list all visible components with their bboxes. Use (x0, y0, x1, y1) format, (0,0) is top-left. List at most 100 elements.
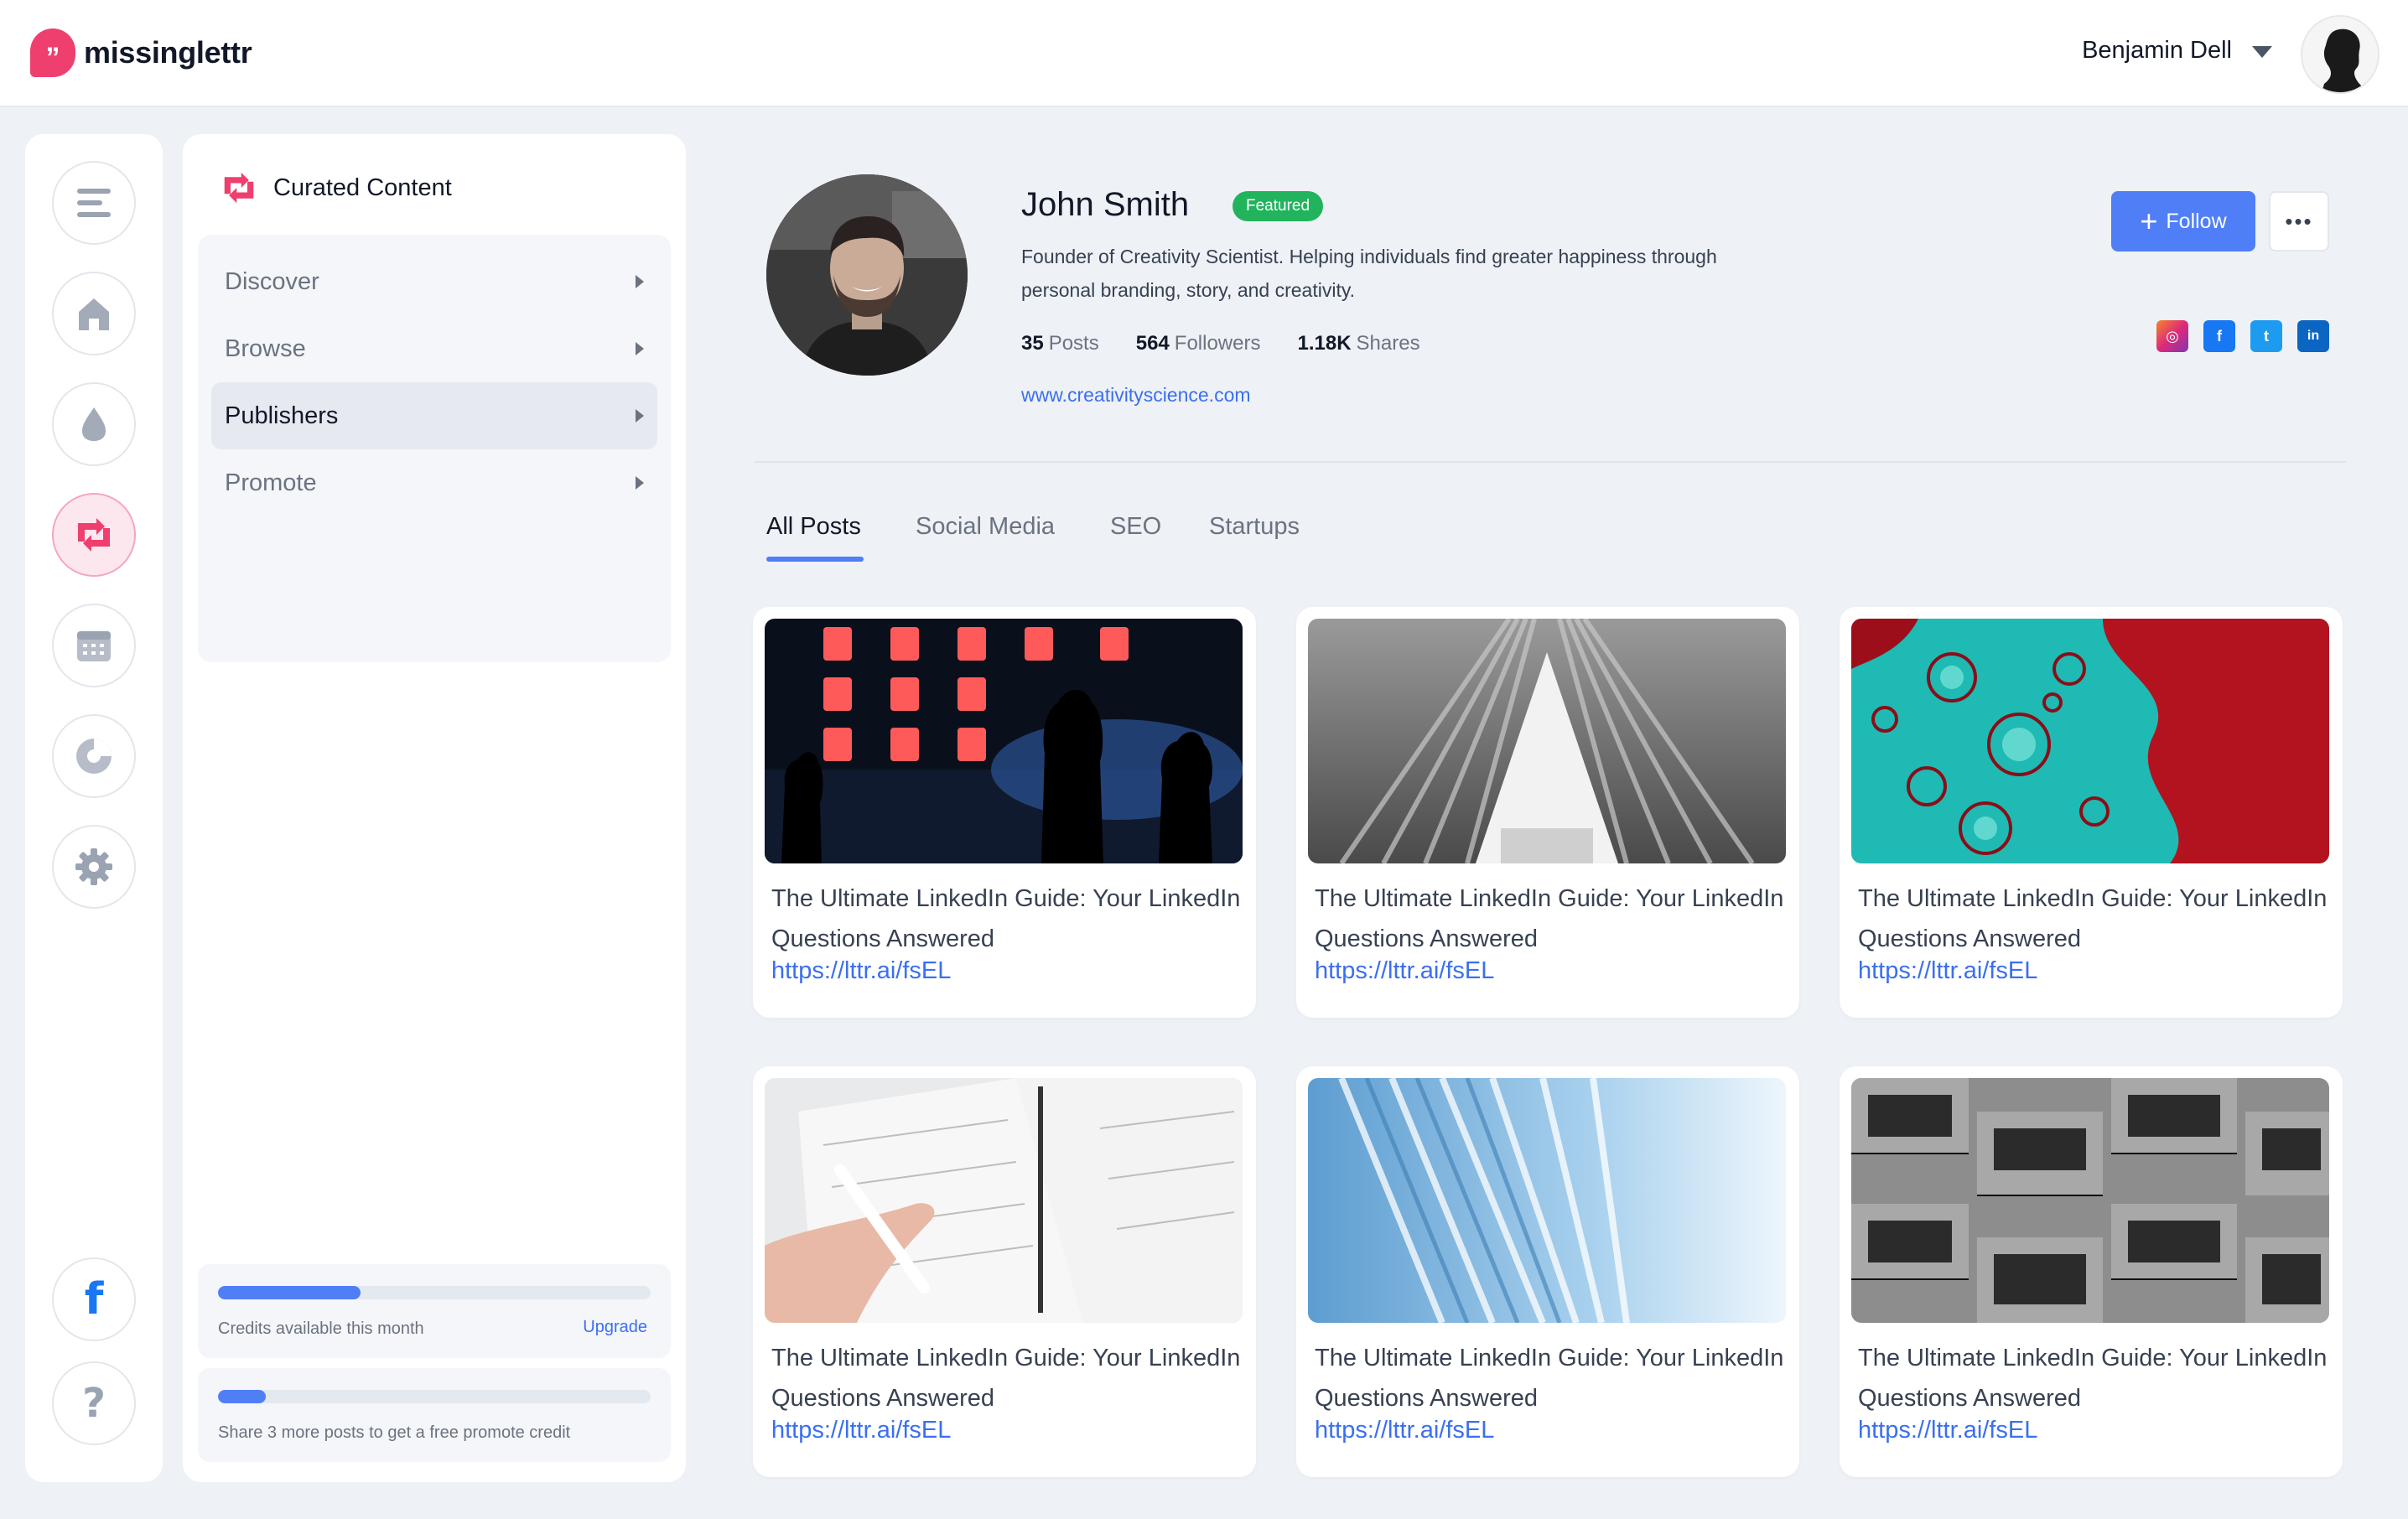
share-progress-fill (218, 1390, 266, 1403)
sidebar-item-promote[interactable]: Promote (211, 449, 657, 516)
website-link[interactable]: www.creativityscience.com (1021, 384, 1251, 407)
chevron-right-icon (636, 342, 644, 355)
chevron-right-icon (636, 409, 644, 423)
user-avatar[interactable] (2301, 15, 2379, 94)
icon-rail: f ? (25, 134, 163, 1482)
calendar-icon (77, 631, 111, 661)
post-link[interactable]: https://lttr.ai/fsEL (1315, 1417, 1494, 1444)
analytics-button[interactable] (52, 714, 136, 798)
more-options-button[interactable]: ••• (2269, 191, 2329, 251)
sidebar-title: Curated Content (273, 174, 452, 201)
post-image-concert (765, 619, 1243, 863)
sidebar-item-label: Discover (225, 267, 319, 295)
share-credit-panel: Share 3 more posts to get a free promote… (198, 1368, 671, 1462)
sidebar-item-label: Browse (225, 334, 306, 362)
sidebar-menu: Discover Browse Publishers Promote (198, 235, 671, 662)
chevron-right-icon (636, 476, 644, 490)
post-card[interactable]: The Ultimate LinkedIn Guide: Your Linked… (753, 1066, 1256, 1477)
active-tab-indicator (766, 557, 864, 562)
drop-icon (82, 407, 106, 441)
facebook-icon[interactable]: f (2203, 320, 2235, 352)
user-name[interactable]: Benjamin Dell (2082, 37, 2232, 65)
post-title[interactable]: The Ultimate LinkedIn Guide: Your Linked… (1858, 879, 2328, 959)
home-button[interactable] (52, 272, 136, 355)
post-card[interactable]: The Ultimate LinkedIn Guide: Your Linked… (1296, 1066, 1799, 1477)
analytics-icon (76, 739, 112, 774)
credits-progress-fill (218, 1286, 361, 1299)
post-title[interactable]: The Ultimate LinkedIn Guide: Your Linked… (1858, 1338, 2328, 1418)
post-link[interactable]: https://lttr.ai/fsEL (1858, 1417, 2037, 1444)
tab-social-media[interactable]: Social Media (916, 513, 1055, 541)
help-button[interactable]: ? (52, 1361, 136, 1445)
post-card[interactable]: The Ultimate LinkedIn Guide: Your Linked… (1296, 607, 1799, 1018)
followers-stat: 564 Followers (1135, 332, 1261, 355)
sidebar-item-browse[interactable]: Browse (211, 315, 657, 382)
credits-label: Credits available this month (218, 1319, 424, 1338)
curated-content-sidebar: Curated Content Discover Browse Publishe… (183, 134, 686, 1482)
curated-content-icon (224, 172, 254, 204)
post-title[interactable]: The Ultimate LinkedIn Guide: Your Linked… (1315, 1338, 1784, 1418)
upgrade-link[interactable]: Upgrade (583, 1318, 647, 1337)
follow-button[interactable]: + Follow (2111, 191, 2255, 251)
post-title[interactable]: The Ultimate LinkedIn Guide: Your Linked… (771, 879, 1241, 959)
curated-content-icon (78, 518, 110, 552)
featured-badge: Featured (1233, 191, 1324, 221)
tab-startups[interactable]: Startups (1209, 513, 1300, 541)
top-bar: ” missinglettr Benjamin Dell (0, 0, 2408, 107)
menu-icon (77, 189, 111, 217)
logo-icon: ” (30, 29, 75, 77)
tab-seo[interactable]: SEO (1110, 513, 1161, 541)
tab-all-posts[interactable]: All Posts (766, 513, 861, 541)
more-icon: ••• (2285, 208, 2313, 234)
sidebar-header: Curated Content (220, 171, 452, 205)
chevron-right-icon (636, 275, 644, 288)
post-card[interactable]: The Ultimate LinkedIn Guide: Your Linked… (753, 607, 1256, 1018)
share-progress-bar (218, 1390, 651, 1403)
app-name: missinglettr (84, 35, 252, 70)
calendar-button[interactable] (52, 604, 136, 687)
settings-button[interactable] (52, 825, 136, 909)
linkedin-icon[interactable]: in (2297, 320, 2329, 352)
sidebar-item-label: Promote (225, 469, 317, 496)
follow-label: Follow (2166, 209, 2227, 233)
sidebar-item-discover[interactable]: Discover (211, 248, 657, 315)
profile-stats: 35 Posts 564 Followers 1.18K Shares (1021, 332, 1457, 355)
app-logo[interactable]: ” missinglettr (30, 27, 252, 79)
post-link[interactable]: https://lttr.ai/fsEL (771, 957, 951, 985)
sidebar-item-label: Publishers (225, 402, 339, 429)
facebook-icon: f (84, 1274, 104, 1325)
share-credit-label: Share 3 more posts to get a free promote… (218, 1423, 571, 1442)
drop-button[interactable] (52, 382, 136, 466)
post-image-fluid-art (1851, 619, 2329, 863)
post-image-architecture (1308, 619, 1786, 863)
post-image-planner (765, 1078, 1243, 1323)
instagram-icon[interactable]: ◎ (2156, 320, 2188, 352)
sidebar-item-publishers[interactable]: Publishers (211, 382, 657, 449)
home-icon (79, 298, 109, 330)
post-title[interactable]: The Ultimate LinkedIn Guide: Your Linked… (771, 1338, 1241, 1418)
profile-photo (766, 174, 968, 376)
post-link[interactable]: https://lttr.ai/fsEL (1315, 957, 1494, 985)
twitter-icon[interactable]: t (2250, 320, 2282, 352)
chevron-down-icon[interactable] (2252, 46, 2272, 58)
gear-icon (75, 848, 112, 885)
profile-divider (755, 461, 2346, 463)
curated-content-button[interactable] (52, 493, 136, 577)
plus-icon: + (2140, 204, 2158, 238)
menu-button[interactable] (52, 161, 136, 245)
profile-name: John Smith (1021, 186, 1190, 223)
help-icon: ? (82, 1380, 106, 1427)
credits-progress-bar (218, 1286, 651, 1299)
post-link[interactable]: https://lttr.ai/fsEL (1858, 957, 2037, 985)
shares-stat: 1.18K Shares (1297, 332, 1420, 355)
post-title[interactable]: The Ultimate LinkedIn Guide: Your Linked… (1315, 879, 1784, 959)
profile-bio: Founder of Creativity Scientist. Helping… (1021, 246, 1717, 301)
posts-stat: 35 Posts (1021, 332, 1099, 355)
post-card[interactable]: The Ultimate LinkedIn Guide: Your Linked… (1840, 1066, 2343, 1477)
post-image-building (1851, 1078, 2329, 1323)
post-image-curtain (1308, 1078, 1786, 1323)
post-card[interactable]: The Ultimate LinkedIn Guide: Your Linked… (1840, 607, 2343, 1018)
facebook-button[interactable]: f (52, 1257, 136, 1341)
credits-panel: Credits available this month Upgrade (198, 1264, 671, 1358)
post-link[interactable]: https://lttr.ai/fsEL (771, 1417, 951, 1444)
